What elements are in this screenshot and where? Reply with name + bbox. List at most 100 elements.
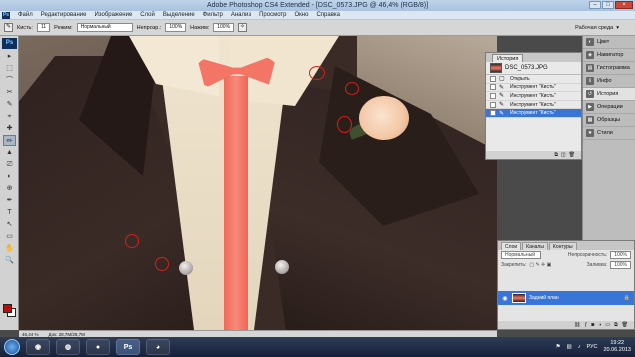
toolbox: Ps ▸ ⬚ ⌒ ✂ ✎ ⌖ ✚ ✏ ▲ ⎚ ◐ ⊕ ✒ T ↖ ▭ ✋ 🔍 (0, 36, 19, 330)
airbrush-icon[interactable]: ✧ (238, 23, 248, 32)
history-checkbox[interactable] (490, 84, 496, 91)
history-row-brush[interactable]: ✎ Инструмент "Кисть" (486, 84, 581, 93)
menu-window[interactable]: Окно (291, 12, 313, 18)
opacity-input[interactable]: 100% (165, 23, 187, 32)
menu-filter[interactable]: Фильтр (199, 12, 227, 18)
history-checkbox[interactable] (490, 110, 496, 117)
workspace-label[interactable]: Рабочая среда (575, 25, 613, 31)
gradient-tool-icon[interactable]: ◐ (3, 171, 16, 182)
layer-row-background[interactable]: ◉ Задний план 🔒 (498, 291, 634, 305)
trash-icon[interactable]: 🗑 (622, 322, 628, 328)
menu-analysis[interactable]: Анализ (227, 12, 255, 18)
tab-paths[interactable]: Контуры (548, 242, 577, 250)
new-document-icon[interactable]: ⧉ (554, 152, 558, 158)
crop-tool-icon[interactable]: ✂ (3, 87, 16, 98)
tab-layers[interactable]: Слои (501, 242, 522, 250)
shape-tool-icon[interactable]: ▭ (3, 231, 16, 242)
dock-item-histogram[interactable]: ▤ Гистограмма (583, 62, 635, 75)
type-tool-icon[interactable]: T (3, 207, 16, 218)
flow-input[interactable]: 100% (213, 23, 235, 32)
menu-view[interactable]: Просмотр (255, 12, 290, 18)
menu-select[interactable]: Выделение (159, 12, 199, 18)
chevron-down-icon: ▾ (616, 24, 619, 31)
history-row-brush[interactable]: ✎ Инструмент "Кисть" (486, 101, 581, 110)
network-icon[interactable]: ▥ (567, 344, 572, 350)
taskbar-app-media[interactable]: ◍ (56, 339, 80, 355)
history-row-brush[interactable]: ✎ Инструмент "Кисть" (486, 92, 581, 101)
dock-item-color[interactable]: ◐ Цвет (583, 36, 635, 49)
mode-label: Режим: (54, 24, 73, 31)
dodge-tool-icon[interactable]: ⊕ (3, 183, 16, 194)
tab-history[interactable]: История (492, 53, 524, 62)
path-select-tool-icon[interactable]: ↖ (3, 219, 16, 230)
move-tool-icon[interactable]: ▸ (3, 51, 16, 62)
dock-item-actions[interactable]: ▶ Операции (583, 101, 635, 114)
layer-opacity-input[interactable]: 100% (610, 251, 631, 259)
link-icon[interactable]: ⛓ (574, 322, 580, 328)
dock-item-label: Образцы (597, 117, 621, 123)
blend-mode-select[interactable]: Нормальный (501, 251, 541, 259)
close-button[interactable]: × (615, 1, 633, 9)
history-row-brush-selected[interactable]: ✎ Инструмент "Кисть" (486, 109, 581, 118)
flow-label: Нажим: (190, 24, 210, 31)
taskbar-app-chrome[interactable]: ● (86, 339, 110, 355)
trash-icon[interactable]: 🗑 (569, 152, 575, 158)
taskbar-app-photoshop[interactable]: Ps (116, 339, 140, 355)
volume-icon[interactable]: ♪ (578, 344, 581, 350)
maximize-button[interactable]: □ (602, 1, 614, 9)
eye-icon[interactable]: ◉ (501, 295, 509, 302)
lock-options-icon[interactable]: ▢ ✎ ✛ ▣ (529, 262, 551, 268)
lasso-tool-icon[interactable]: ⌒ (3, 75, 16, 86)
dock-item-history[interactable]: ↺ История (583, 88, 635, 101)
zoom-tool-icon[interactable]: 🔍 (3, 255, 16, 266)
menu-file[interactable]: Файл (14, 12, 37, 18)
taskbar-app-firefox[interactable]: ◕ (146, 339, 170, 355)
history-row-open[interactable]: ▢ Открыть (486, 75, 581, 84)
foreground-color-swatch[interactable] (3, 304, 12, 313)
stamp-tool-icon[interactable]: ✚ (3, 123, 16, 134)
menu-layer[interactable]: Слой (136, 12, 159, 18)
flag-icon[interactable]: ⚑ (556, 344, 561, 350)
menu-image[interactable]: Изображение (90, 12, 136, 18)
fill-input[interactable]: 100% (610, 261, 631, 269)
document-canvas[interactable] (19, 36, 497, 330)
brush-size-picker[interactable]: 11 (36, 23, 51, 32)
brush-icon: ✎ (499, 84, 505, 91)
new-layer-icon[interactable]: ⧉ (614, 322, 618, 328)
menu-help[interactable]: Справка (312, 12, 344, 18)
pen-tool-icon[interactable]: ✒ (3, 195, 16, 206)
eraser-tool-icon[interactable]: ⎚ (3, 159, 16, 170)
marquee-tool-icon[interactable]: ⬚ (3, 63, 16, 74)
history-brush-tool-icon[interactable]: ▲ (3, 147, 16, 158)
dock-item-info[interactable]: ℹ Инфо (583, 75, 635, 88)
hand-tool-icon[interactable]: ✋ (3, 243, 16, 254)
dock-item-navigator[interactable]: ◈ Навигатор (583, 49, 635, 62)
brush-tool-icon[interactable]: ✎ (4, 23, 13, 32)
dock-item-styles[interactable]: ★ Стили (583, 127, 635, 140)
tab-channels[interactable]: Каналы (522, 242, 548, 250)
history-checkbox[interactable] (490, 101, 496, 108)
camera-icon[interactable]: ◫ (561, 152, 566, 158)
adjustment-icon[interactable]: ◑ (598, 322, 601, 328)
folder-icon[interactable]: ▭ (605, 322, 610, 328)
fx-icon[interactable]: ƒ (584, 322, 587, 328)
menu-edit[interactable]: Редактирование (37, 12, 91, 18)
history-checkbox[interactable] (490, 92, 496, 99)
dock-item-swatches[interactable]: ▦ Образцы (583, 114, 635, 127)
healing-tool-icon[interactable]: ⌖ (3, 111, 16, 122)
start-button[interactable] (4, 339, 20, 355)
eyedropper-tool-icon[interactable]: ✎ (3, 99, 16, 110)
mask-icon[interactable]: ◙ (591, 322, 594, 328)
taskbar-app-ie[interactable]: ◉ (26, 339, 50, 355)
zoom-level[interactable]: 46,44 % (22, 332, 39, 337)
language-indicator[interactable]: РУС (586, 344, 597, 350)
mode-select[interactable]: Нормальный (76, 23, 133, 32)
history-panel-tabs: История (486, 53, 581, 62)
workspace-switcher[interactable]: Рабочая среда ▾ (575, 25, 619, 31)
history-panel: История DSC_0573.JPG ▢ Открыть ✎ Инструм… (485, 52, 582, 160)
minimize-button[interactable]: – (589, 1, 601, 9)
history-snapshot[interactable]: DSC_0573.JPG (486, 62, 581, 75)
brush-tool-button-icon[interactable]: ✏ (3, 135, 16, 146)
history-checkbox[interactable] (490, 75, 496, 82)
clock[interactable]: 19:22 20.06.2013 (603, 340, 631, 354)
